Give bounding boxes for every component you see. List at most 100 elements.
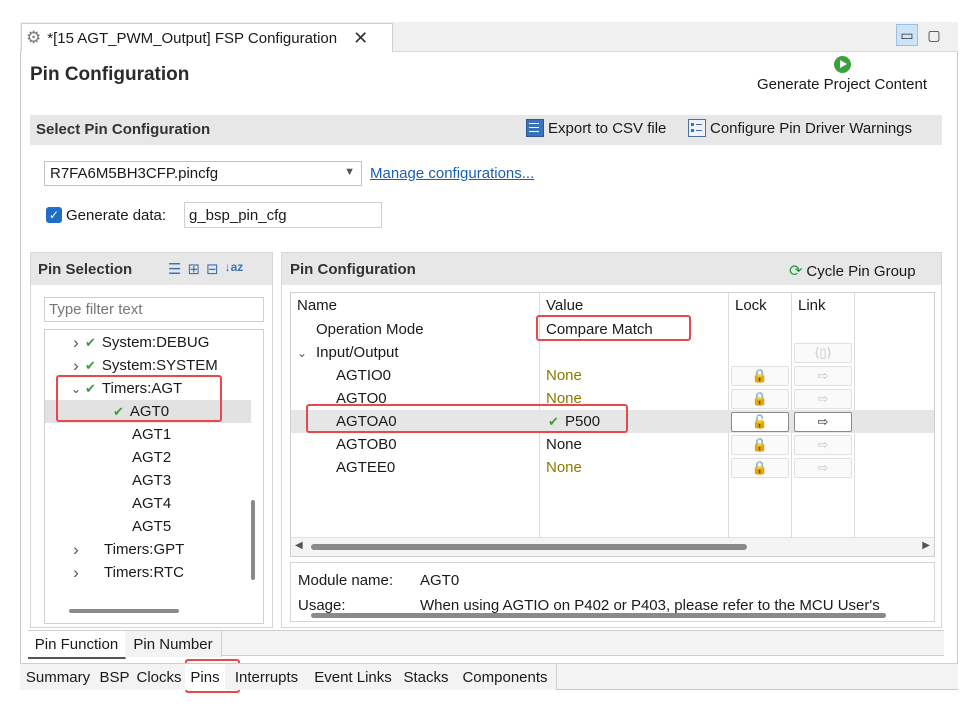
- link-arrow-icon[interactable]: ⇨: [794, 435, 852, 455]
- tab-summary[interactable]: Summary: [20, 664, 97, 690]
- maximize-icon[interactable]: ▢: [923, 24, 945, 46]
- table-row[interactable]: ⌄ Input/Output ⟨▯⟩: [291, 341, 934, 364]
- configure-warnings-button[interactable]: Configure Pin Driver Warnings: [688, 119, 912, 137]
- highlight-agtoa0: [306, 404, 628, 433]
- generate-data-label: Generate data:: [66, 207, 167, 224]
- module-name-value: AGT0: [420, 572, 460, 589]
- highlight-operation-mode: [536, 315, 691, 341]
- chevron-right-icon[interactable]: ›: [67, 540, 85, 560]
- row-value[interactable]: None: [546, 364, 582, 387]
- lock-icon[interactable]: 🔒: [731, 435, 789, 455]
- chevron-right-icon[interactable]: ›: [67, 333, 85, 353]
- tree-item[interactable]: AGT4: [45, 492, 251, 515]
- editor-tab[interactable]: ⚙ *[15 AGT_PWM_Output] FSP Configuration…: [21, 23, 393, 52]
- usage-label: Usage:: [298, 597, 346, 614]
- row-name: AGTIO0: [336, 367, 392, 384]
- expand-all-icon[interactable]: ⊞: [187, 260, 200, 278]
- generate-data-field[interactable]: g_bsp_pin_cfg: [184, 202, 382, 228]
- link-arrow-icon[interactable]: ⇨: [794, 458, 852, 478]
- table-row[interactable]: AGTEE0 None 🔒 ⇨: [291, 456, 934, 479]
- column-header-link[interactable]: Link: [798, 293, 826, 317]
- tree-item[interactable]: › ✔ System:SYSTEM: [45, 354, 251, 377]
- warnings-list-icon: [688, 119, 706, 137]
- column-header-lock[interactable]: Lock: [735, 293, 767, 317]
- list-view-icon[interactable]: ☰: [168, 260, 181, 278]
- lock-icon[interactable]: 🔒: [731, 366, 789, 386]
- tab-event-links[interactable]: Event Links: [308, 664, 399, 690]
- column-header-name[interactable]: Name: [297, 293, 337, 317]
- group-link-icon[interactable]: ⟨▯⟩: [794, 343, 852, 363]
- tree-item-label: AGT4: [132, 495, 172, 512]
- tab-pins[interactable]: Pins: [185, 664, 226, 690]
- tree-item-label: AGT3: [132, 472, 172, 489]
- config-select-value: R7FA6M5BH3CFP.pincfg: [50, 165, 219, 182]
- pin-config-title: Pin Configuration: [290, 261, 416, 278]
- tree-vertical-scrollbar[interactable]: [251, 500, 255, 580]
- tree-item[interactable]: AGT3: [45, 469, 251, 492]
- tree-horizontal-scrollbar[interactable]: [69, 609, 179, 613]
- tab-pin-number[interactable]: Pin Number: [125, 631, 222, 657]
- table-horizontal-scrollbar[interactable]: ◀ ▶: [291, 537, 934, 556]
- export-csv-label: Export to CSV file: [548, 119, 667, 137]
- cycle-pin-group-label: Cycle Pin Group: [806, 262, 916, 280]
- pin-selection-title: Pin Selection: [38, 261, 133, 278]
- tree-item[interactable]: AGT1: [45, 423, 251, 446]
- close-icon[interactable]: ✕: [353, 28, 368, 49]
- scroll-right-icon[interactable]: ▶: [922, 540, 930, 551]
- generate-data-checkbox[interactable]: ✓: [46, 207, 62, 223]
- link-arrow-icon[interactable]: ⇨: [794, 366, 852, 386]
- chevron-right-icon[interactable]: ›: [67, 563, 85, 583]
- cycle-pin-group-button[interactable]: ⟳ Cycle Pin Group: [789, 261, 916, 281]
- highlight-timers-agt: [56, 375, 222, 422]
- details-scrollbar[interactable]: [311, 613, 886, 618]
- config-select[interactable]: R7FA6M5BH3CFP.pincfg ▼: [44, 161, 362, 186]
- cycle-icon: ⟳: [789, 263, 803, 280]
- row-value[interactable]: None: [546, 456, 582, 479]
- scroll-left-icon[interactable]: ◀: [295, 540, 303, 551]
- tree-item[interactable]: › Timers:GPT: [45, 538, 251, 561]
- manage-configurations-link[interactable]: Manage configurations...: [370, 165, 534, 182]
- row-name: Operation Mode: [316, 321, 424, 338]
- tab-bsp[interactable]: BSP: [96, 664, 134, 690]
- tree-item[interactable]: › ✔ System:DEBUG: [45, 331, 251, 354]
- pin-view-tabbar: Pin Function Pin Number: [28, 630, 944, 659]
- chevron-down-icon: ▼: [344, 166, 355, 178]
- chevron-right-icon[interactable]: ›: [67, 356, 85, 376]
- tree-item[interactable]: AGT2: [45, 446, 251, 469]
- tree-item[interactable]: AGT5: [45, 515, 251, 538]
- column-header-value[interactable]: Value: [546, 293, 583, 317]
- tab-stacks[interactable]: Stacks: [398, 664, 455, 690]
- row-value[interactable]: None: [546, 433, 582, 456]
- collapse-all-icon[interactable]: ⊟: [206, 260, 219, 278]
- table-row[interactable]: AGTIO0 None 🔒 ⇨: [291, 364, 934, 387]
- tab-interrupts[interactable]: Interrupts: [225, 664, 309, 690]
- lock-icon[interactable]: 🔓: [731, 412, 789, 432]
- tab-clocks[interactable]: Clocks: [133, 664, 186, 690]
- table-row[interactable]: AGTOB0 None 🔒 ⇨: [291, 433, 934, 456]
- sort-az-icon[interactable]: ↓az: [225, 260, 244, 278]
- lock-icon[interactable]: 🔒: [731, 389, 789, 409]
- tree-item-label: AGT2: [132, 449, 172, 466]
- tree-item-label: Timers:GPT: [104, 541, 185, 558]
- usage-value: When using AGTIO on P402 or P403, please…: [420, 597, 880, 614]
- generate-project-label: Generate Project Content: [756, 76, 928, 93]
- minimize-icon[interactable]: ▭: [896, 24, 918, 46]
- link-arrow-icon[interactable]: ⇨: [794, 412, 852, 432]
- pin-tree: › ✔ System:DEBUG › ✔ System:SYSTEM ⌄ ✔ Timers:AG…: [44, 329, 264, 624]
- generate-project-button[interactable]: Generate Project Content: [742, 56, 942, 93]
- filter-placeholder: Type filter text: [49, 301, 143, 318]
- lock-icon[interactable]: 🔒: [731, 458, 789, 478]
- editor-tab-title: *[15 AGT_PWM_Output] FSP Configuration: [47, 29, 338, 47]
- tab-pin-function[interactable]: Pin Function: [28, 631, 126, 659]
- expanded-chevron-icon[interactable]: ⌄: [297, 341, 307, 364]
- module-details: Module name: AGT0 Usage: When using AGTI…: [290, 562, 935, 622]
- tree-item[interactable]: › Timers:RTC: [45, 561, 251, 584]
- link-arrow-icon[interactable]: ⇨: [794, 389, 852, 409]
- tree-item-label: Timers:RTC: [104, 564, 184, 581]
- filter-input[interactable]: Type filter text: [44, 297, 264, 322]
- export-csv-button[interactable]: Export to CSV file: [526, 119, 666, 137]
- tree-item-label: System:DEBUG: [101, 334, 210, 351]
- scroll-thumb[interactable]: [311, 544, 747, 550]
- editor-page-tabbar: Summary BSP Clocks Pins Interrupts Event Link…: [20, 663, 958, 690]
- tab-components[interactable]: Components: [454, 664, 557, 690]
